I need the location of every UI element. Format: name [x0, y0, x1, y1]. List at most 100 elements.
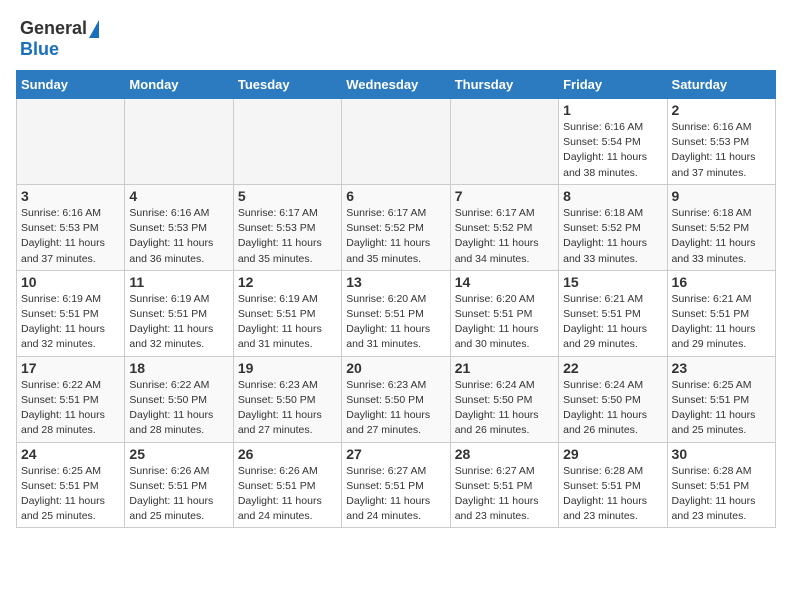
- day-cell-7: 7 Sunrise: 6:17 AMSunset: 5:52 PMDaylight…: [450, 184, 558, 270]
- week-row-5: 24 Sunrise: 6:25 AMSunset: 5:51 PMDayligh…: [17, 442, 776, 528]
- day-info: Sunrise: 6:16 AMSunset: 5:54 PMDaylight:…: [563, 120, 662, 181]
- day-number: 23: [672, 360, 771, 376]
- empty-cell: [233, 99, 341, 185]
- week-row-2: 3 Sunrise: 6:16 AMSunset: 5:53 PMDaylight…: [17, 184, 776, 270]
- day-cell-20: 20 Sunrise: 6:23 AMSunset: 5:50 PMDayligh…: [342, 356, 450, 442]
- day-cell-21: 21 Sunrise: 6:24 AMSunset: 5:50 PMDayligh…: [450, 356, 558, 442]
- day-cell-24: 24 Sunrise: 6:25 AMSunset: 5:51 PMDayligh…: [17, 442, 125, 528]
- day-number: 8: [563, 188, 662, 204]
- day-number: 11: [129, 274, 228, 290]
- day-info: Sunrise: 6:27 AMSunset: 5:51 PMDaylight:…: [455, 464, 554, 525]
- day-info: Sunrise: 6:21 AMSunset: 5:51 PMDaylight:…: [672, 292, 771, 353]
- day-info: Sunrise: 6:20 AMSunset: 5:51 PMDaylight:…: [346, 292, 445, 353]
- week-row-4: 17Sunrise: 6:22 AMSunset: 5:51 PMDayligh…: [17, 356, 776, 442]
- day-number: 20: [346, 360, 445, 376]
- day-number: 13: [346, 274, 445, 290]
- day-header-thursday: Thursday: [450, 71, 558, 99]
- day-info: Sunrise: 6:17 AMSunset: 5:52 PMDaylight:…: [455, 206, 554, 267]
- day-info: Sunrise: 6:17 AMSunset: 5:52 PMDaylight:…: [346, 206, 445, 267]
- week-row-3: 10 Sunrise: 6:19 AMSunset: 5:51 PMDayligh…: [17, 270, 776, 356]
- day-info: Sunrise: 6:18 AMSunset: 5:52 PMDaylight:…: [672, 206, 771, 267]
- day-header-tuesday: Tuesday: [233, 71, 341, 99]
- day-cell-17: 17Sunrise: 6:22 AMSunset: 5:51 PMDayligh…: [17, 356, 125, 442]
- day-cell-29: 29Sunrise: 6:28 AMSunset: 5:51 PMDayligh…: [559, 442, 667, 528]
- day-cell-15: 15 Sunrise: 6:21 AMSunset: 5:51 PMDayligh…: [559, 270, 667, 356]
- day-number: 28: [455, 446, 554, 462]
- day-info: Sunrise: 6:19 AMSunset: 5:51 PMDaylight:…: [238, 292, 337, 353]
- day-info: Sunrise: 6:16 AMSunset: 5:53 PMDaylight:…: [129, 206, 228, 267]
- day-info: Sunrise: 6:16 AMSunset: 5:53 PMDaylight:…: [21, 206, 120, 267]
- day-cell-19: 19Sunrise: 6:23 AMSunset: 5:50 PMDayligh…: [233, 356, 341, 442]
- day-info: Sunrise: 6:23 AMSunset: 5:50 PMDaylight:…: [346, 378, 445, 439]
- day-cell-10: 10 Sunrise: 6:19 AMSunset: 5:51 PMDayligh…: [17, 270, 125, 356]
- day-number: 29: [563, 446, 662, 462]
- day-info: Sunrise: 6:22 AMSunset: 5:51 PMDaylight:…: [21, 378, 120, 439]
- day-info: Sunrise: 6:22 AMSunset: 5:50 PMDaylight:…: [129, 378, 228, 439]
- calendar-table: SundayMondayTuesdayWednesdayThursdayFrid…: [16, 70, 776, 528]
- day-cell-6: 6 Sunrise: 6:17 AMSunset: 5:52 PMDaylight…: [342, 184, 450, 270]
- day-number: 3: [21, 188, 120, 204]
- day-info: Sunrise: 6:24 AMSunset: 5:50 PMDaylight:…: [563, 378, 662, 439]
- day-cell-5: 5 Sunrise: 6:17 AMSunset: 5:53 PMDaylight…: [233, 184, 341, 270]
- day-cell-4: 4 Sunrise: 6:16 AMSunset: 5:53 PMDaylight…: [125, 184, 233, 270]
- day-cell-11: 11 Sunrise: 6:19 AMSunset: 5:51 PMDayligh…: [125, 270, 233, 356]
- day-header-row: SundayMondayTuesdayWednesdayThursdayFrid…: [17, 71, 776, 99]
- day-number: 4: [129, 188, 228, 204]
- day-number: 24: [21, 446, 120, 462]
- day-cell-30: 30 Sunrise: 6:28 AMSunset: 5:51 PMDayligh…: [667, 442, 775, 528]
- day-number: 5: [238, 188, 337, 204]
- day-number: 14: [455, 274, 554, 290]
- day-header-wednesday: Wednesday: [342, 71, 450, 99]
- day-number: 6: [346, 188, 445, 204]
- day-number: 7: [455, 188, 554, 204]
- logo-triangle-icon: [89, 20, 99, 38]
- day-info: Sunrise: 6:28 AMSunset: 5:51 PMDaylight:…: [672, 464, 771, 525]
- day-cell-1: 1 Sunrise: 6:16 AMSunset: 5:54 PMDaylight…: [559, 99, 667, 185]
- day-cell-25: 25 Sunrise: 6:26 AMSunset: 5:51 PMDayligh…: [125, 442, 233, 528]
- day-info: Sunrise: 6:21 AMSunset: 5:51 PMDaylight:…: [563, 292, 662, 353]
- day-number: 9: [672, 188, 771, 204]
- day-info: Sunrise: 6:23 AMSunset: 5:50 PMDaylight:…: [238, 378, 337, 439]
- day-number: 26: [238, 446, 337, 462]
- day-number: 2: [672, 102, 771, 118]
- day-cell-14: 14 Sunrise: 6:20 AMSunset: 5:51 PMDayligh…: [450, 270, 558, 356]
- day-cell-27: 27Sunrise: 6:27 AMSunset: 5:51 PMDayligh…: [342, 442, 450, 528]
- day-info: Sunrise: 6:20 AMSunset: 5:51 PMDaylight:…: [455, 292, 554, 353]
- day-info: Sunrise: 6:24 AMSunset: 5:50 PMDaylight:…: [455, 378, 554, 439]
- day-header-monday: Monday: [125, 71, 233, 99]
- day-number: 10: [21, 274, 120, 290]
- day-header-friday: Friday: [559, 71, 667, 99]
- day-number: 12: [238, 274, 337, 290]
- logo: General Blue: [20, 18, 99, 60]
- day-info: Sunrise: 6:17 AMSunset: 5:53 PMDaylight:…: [238, 206, 337, 267]
- day-cell-12: 12 Sunrise: 6:19 AMSunset: 5:51 PMDayligh…: [233, 270, 341, 356]
- day-number: 1: [563, 102, 662, 118]
- day-number: 22: [563, 360, 662, 376]
- day-info: Sunrise: 6:19 AMSunset: 5:51 PMDaylight:…: [21, 292, 120, 353]
- day-cell-3: 3 Sunrise: 6:16 AMSunset: 5:53 PMDaylight…: [17, 184, 125, 270]
- empty-cell: [450, 99, 558, 185]
- day-number: 21: [455, 360, 554, 376]
- day-number: 15: [563, 274, 662, 290]
- empty-cell: [342, 99, 450, 185]
- day-info: Sunrise: 6:25 AMSunset: 5:51 PMDaylight:…: [21, 464, 120, 525]
- day-cell-23: 23 Sunrise: 6:25 AMSunset: 5:51 PMDayligh…: [667, 356, 775, 442]
- day-cell-26: 26Sunrise: 6:26 AMSunset: 5:51 PMDayligh…: [233, 442, 341, 528]
- calendar: SundayMondayTuesdayWednesdayThursdayFrid…: [0, 70, 792, 536]
- day-number: 16: [672, 274, 771, 290]
- day-info: Sunrise: 6:26 AMSunset: 5:51 PMDaylight:…: [129, 464, 228, 525]
- day-info: Sunrise: 6:27 AMSunset: 5:51 PMDaylight:…: [346, 464, 445, 525]
- empty-cell: [17, 99, 125, 185]
- day-cell-8: 8Sunrise: 6:18 AMSunset: 5:52 PMDaylight…: [559, 184, 667, 270]
- day-cell-18: 18Sunrise: 6:22 AMSunset: 5:50 PMDayligh…: [125, 356, 233, 442]
- day-cell-9: 9 Sunrise: 6:18 AMSunset: 5:52 PMDaylight…: [667, 184, 775, 270]
- day-header-sunday: Sunday: [17, 71, 125, 99]
- day-info: Sunrise: 6:19 AMSunset: 5:51 PMDaylight:…: [129, 292, 228, 353]
- week-row-1: 1 Sunrise: 6:16 AMSunset: 5:54 PMDaylight…: [17, 99, 776, 185]
- day-cell-13: 13 Sunrise: 6:20 AMSunset: 5:51 PMDayligh…: [342, 270, 450, 356]
- logo-general-text: General: [20, 18, 87, 39]
- day-info: Sunrise: 6:25 AMSunset: 5:51 PMDaylight:…: [672, 378, 771, 439]
- day-number: 25: [129, 446, 228, 462]
- day-number: 30: [672, 446, 771, 462]
- day-header-saturday: Saturday: [667, 71, 775, 99]
